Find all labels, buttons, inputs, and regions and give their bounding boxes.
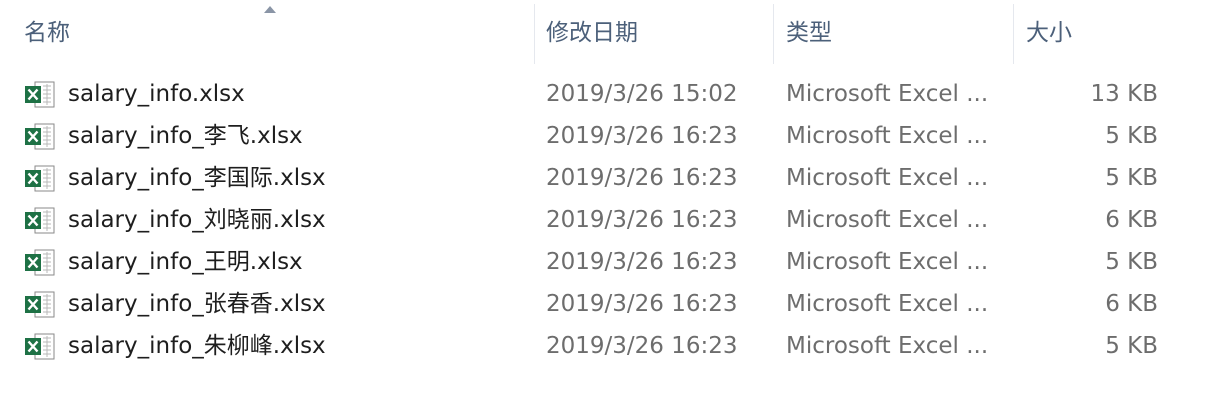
excel-file-icon [25, 165, 55, 192]
file-type: Microsoft Excel ... [786, 249, 989, 275]
file-size: 5 KB [1105, 333, 1158, 359]
file-name: salary_info_王明.xlsx [68, 249, 303, 275]
file-size: 5 KB [1105, 123, 1158, 149]
column-header-name-label: 名称 [24, 20, 70, 46]
file-row[interactable]: salary_info_张春香.xlsx 2019/3/26 16:23 Mic… [0, 283, 1172, 325]
column-header-name[interactable]: 名称 [0, 0, 534, 64]
column-header-date[interactable]: 修改日期 [535, 0, 773, 64]
file-size: 5 KB [1105, 165, 1158, 191]
excel-file-icon [25, 207, 55, 234]
file-modified-date: 2019/3/26 16:23 [546, 207, 738, 233]
column-header-type[interactable]: 类型 [774, 0, 1014, 64]
column-header-bar: 名称 修改日期 类型 大小 [0, 0, 1172, 64]
sort-up-arrow-icon [264, 6, 276, 13]
file-name: salary_info_刘晓丽.xlsx [68, 207, 326, 233]
excel-file-icon [25, 291, 55, 318]
file-type: Microsoft Excel ... [786, 123, 989, 149]
file-row[interactable]: salary_info.xlsx 2019/3/26 15:02 Microso… [0, 73, 1172, 115]
file-type: Microsoft Excel ... [786, 207, 989, 233]
file-name: salary_info_李飞.xlsx [68, 123, 303, 149]
file-name: salary_info_张春香.xlsx [68, 291, 326, 317]
file-row[interactable]: salary_info_李国际.xlsx 2019/3/26 16:23 Mic… [0, 157, 1172, 199]
file-rows: salary_info.xlsx 2019/3/26 15:02 Microso… [0, 73, 1172, 367]
file-type: Microsoft Excel ... [786, 165, 989, 191]
file-size: 5 KB [1105, 249, 1158, 275]
file-row[interactable]: salary_info_朱柳峰.xlsx 2019/3/26 16:23 Mic… [0, 325, 1172, 367]
file-size: 13 KB [1090, 81, 1158, 107]
file-size: 6 KB [1105, 291, 1158, 317]
column-header-size-label: 大小 [1026, 20, 1072, 46]
file-modified-date: 2019/3/26 15:02 [546, 81, 738, 107]
file-modified-date: 2019/3/26 16:23 [546, 333, 738, 359]
file-list-view: 名称 修改日期 类型 大小 salary_info.xlsx 2019/3/26… [0, 0, 1172, 366]
column-header-date-label: 修改日期 [546, 20, 638, 46]
file-modified-date: 2019/3/26 16:23 [546, 165, 738, 191]
column-header-size[interactable]: 大小 [1014, 0, 1172, 64]
file-modified-date: 2019/3/26 16:23 [546, 123, 738, 149]
column-header-type-label: 类型 [786, 20, 832, 46]
file-type: Microsoft Excel ... [786, 291, 989, 317]
file-row[interactable]: salary_info_王明.xlsx 2019/3/26 16:23 Micr… [0, 241, 1172, 283]
excel-file-icon [25, 249, 55, 276]
file-name: salary_info.xlsx [68, 81, 245, 107]
file-modified-date: 2019/3/26 16:23 [546, 291, 738, 317]
file-name: salary_info_李国际.xlsx [68, 165, 326, 191]
file-size: 6 KB [1105, 207, 1158, 233]
excel-file-icon [25, 81, 55, 108]
excel-file-icon [25, 333, 55, 360]
excel-file-icon [25, 123, 55, 150]
file-type: Microsoft Excel ... [786, 333, 989, 359]
file-row[interactable]: salary_info_李飞.xlsx 2019/3/26 16:23 Micr… [0, 115, 1172, 157]
file-name: salary_info_朱柳峰.xlsx [68, 333, 326, 359]
file-row[interactable]: salary_info_刘晓丽.xlsx 2019/3/26 16:23 Mic… [0, 199, 1172, 241]
file-type: Microsoft Excel ... [786, 81, 989, 107]
file-modified-date: 2019/3/26 16:23 [546, 249, 738, 275]
